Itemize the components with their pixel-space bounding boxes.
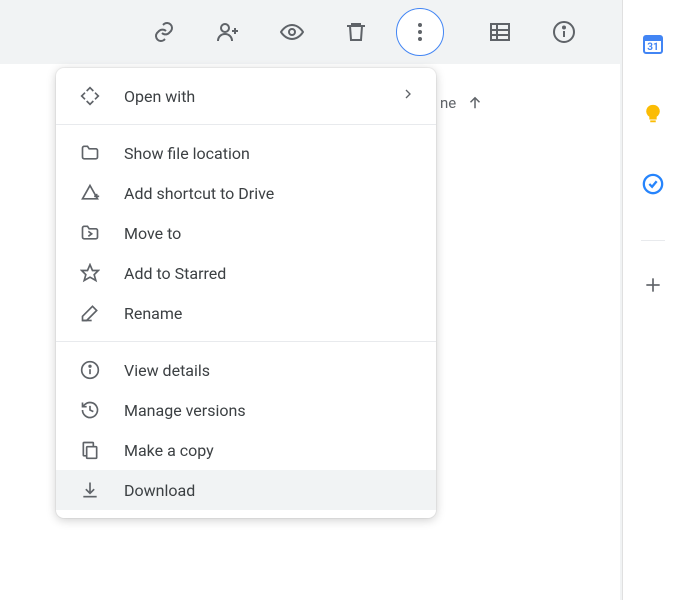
chevron-right-icon (400, 86, 416, 106)
menu-download[interactable]: Download (56, 470, 436, 510)
info-icon (552, 20, 576, 44)
tasks-app-button[interactable] (633, 164, 673, 204)
open-with-icon (78, 84, 102, 108)
menu-item-label: Add shortcut to Drive (124, 184, 416, 203)
menu-item-label: Add to Starred (124, 264, 416, 283)
more-vert-icon (408, 20, 432, 44)
column-header-label: ne (440, 94, 456, 112)
calendar-app-button[interactable]: 31 (633, 24, 673, 64)
info-outline-icon (78, 358, 102, 382)
get-link-button[interactable] (140, 8, 188, 56)
menu-divider (56, 124, 436, 125)
preview-button[interactable] (268, 8, 316, 56)
context-menu: Open with Show file location Add shortcu… (56, 68, 436, 518)
add-shortcut-icon (78, 181, 102, 205)
download-icon (78, 478, 102, 502)
arrow-up-icon (466, 94, 484, 112)
folder-icon (78, 141, 102, 165)
person-add-icon (216, 20, 240, 44)
more-actions-button[interactable] (396, 8, 444, 56)
keep-app-button[interactable] (633, 94, 673, 134)
menu-item-label: Move to (124, 224, 416, 243)
menu-open-with[interactable]: Open with (56, 76, 436, 116)
eye-icon (280, 20, 304, 44)
add-addon-button[interactable] (633, 265, 673, 305)
svg-text:31: 31 (647, 42, 658, 53)
menu-manage-versions[interactable]: Manage versions (56, 390, 436, 430)
menu-show-file-location[interactable]: Show file location (56, 133, 436, 173)
menu-view-details[interactable]: View details (56, 350, 436, 390)
delete-button[interactable] (332, 8, 380, 56)
menu-item-label: Rename (124, 304, 416, 323)
plus-icon (643, 275, 663, 295)
trash-icon (344, 20, 368, 44)
menu-open-with-label: Open with (124, 87, 400, 106)
copy-icon (78, 438, 102, 462)
top-toolbar (0, 0, 682, 64)
menu-item-label: Make a copy (124, 441, 416, 460)
share-button[interactable] (204, 8, 252, 56)
link-icon (152, 20, 176, 44)
side-panel-divider (641, 240, 665, 241)
versions-icon (78, 398, 102, 422)
menu-make-copy[interactable]: Make a copy (56, 430, 436, 470)
tasks-icon (642, 173, 664, 195)
keep-icon (642, 103, 664, 125)
menu-item-label: Show file location (124, 144, 416, 163)
menu-item-label: Download (124, 481, 416, 500)
info-button[interactable] (540, 8, 588, 56)
menu-add-shortcut[interactable]: Add shortcut to Drive (56, 173, 436, 213)
menu-move-to[interactable]: Move to (56, 213, 436, 253)
column-header-partial[interactable]: ne (440, 94, 484, 112)
rename-icon (78, 301, 102, 325)
move-to-icon (78, 221, 102, 245)
menu-item-label: View details (124, 361, 416, 380)
menu-rename[interactable]: Rename (56, 293, 436, 333)
view-layout-button[interactable] (476, 8, 524, 56)
list-layout-icon (488, 20, 512, 44)
star-icon (78, 261, 102, 285)
menu-item-label: Manage versions (124, 401, 416, 420)
menu-add-starred[interactable]: Add to Starred (56, 253, 436, 293)
menu-divider (56, 341, 436, 342)
side-panel: 31 (622, 0, 682, 600)
calendar-icon: 31 (641, 32, 665, 56)
